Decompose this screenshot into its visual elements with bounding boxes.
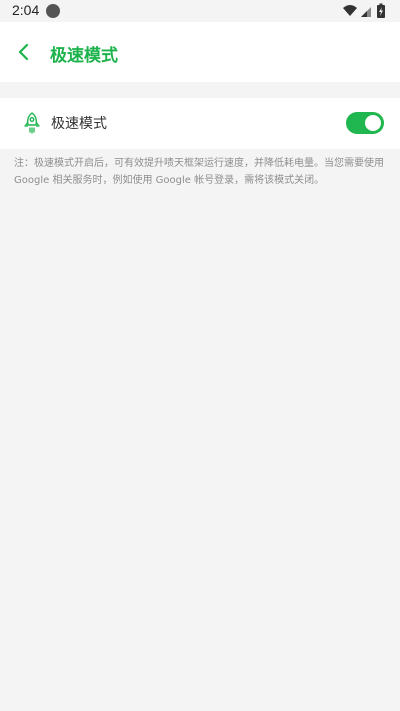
status-time: 2:04 <box>12 2 40 18</box>
back-button[interactable] <box>8 36 40 68</box>
toggle-knob <box>365 115 381 131</box>
turbo-mode-label: 极速模式 <box>51 116 107 132</box>
cell-signal-icon <box>361 7 371 17</box>
notification-dot-icon <box>46 4 60 18</box>
turbo-mode-note: 注：极速模式开启后，可有效提升啧天框架运行速度，并降低耗电量。当您需要使用 Go… <box>14 158 384 186</box>
wifi-icon <box>343 5 357 16</box>
battery-icon <box>377 3 385 18</box>
status-bar: 2:04 <box>0 0 400 22</box>
turbo-mode-row: 极速模式 <box>0 98 400 149</box>
chevron-left-icon <box>18 43 29 61</box>
app-bar: 极速模式 <box>0 22 400 82</box>
page-title: 极速模式 <box>50 46 118 66</box>
rocket-icon <box>24 112 40 134</box>
status-icons <box>343 3 385 18</box>
turbo-mode-toggle[interactable] <box>346 112 384 134</box>
